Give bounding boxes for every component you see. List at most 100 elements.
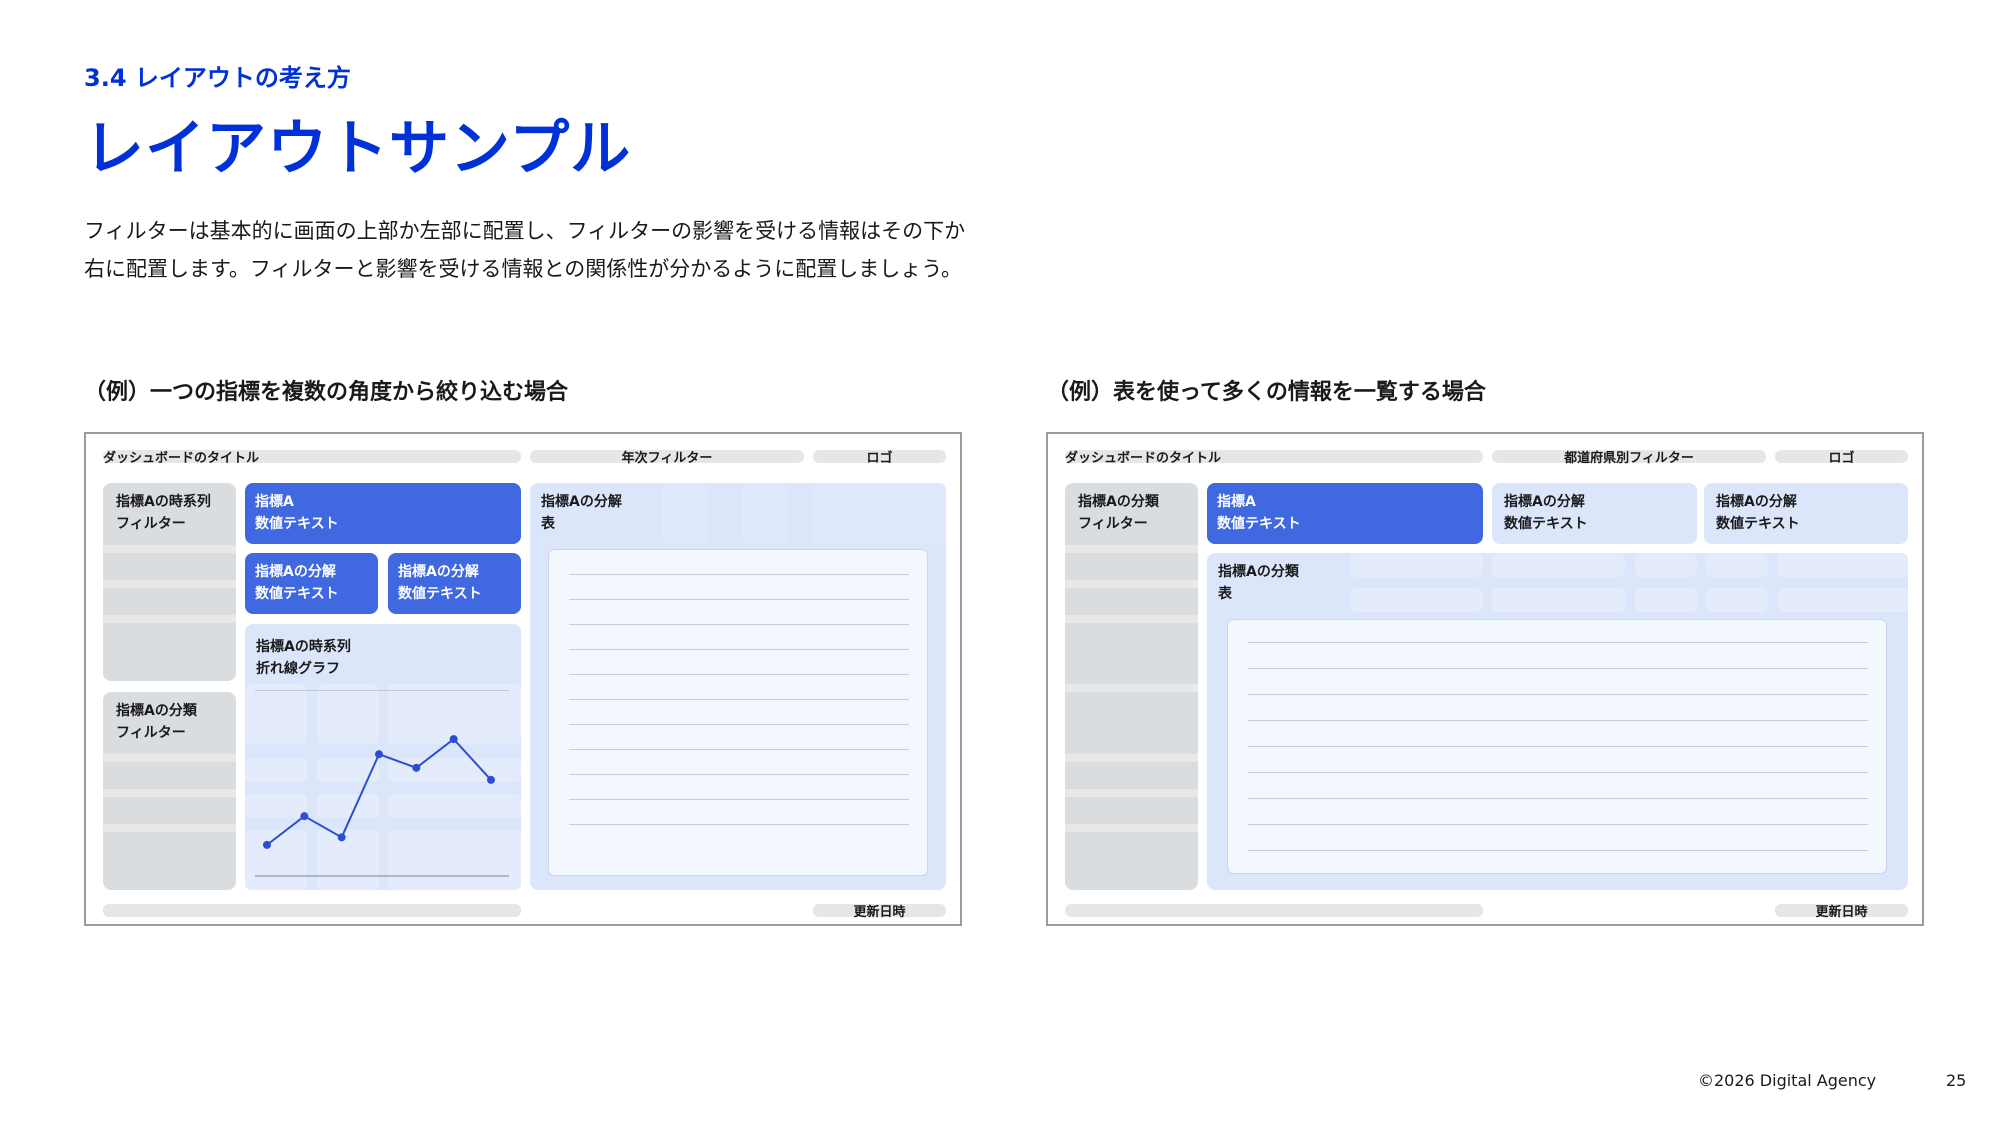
kpi-value: 数値テキスト [398,586,482,602]
table-row-line [569,749,909,750]
kpi-value: 数値テキスト [1504,516,1588,532]
table-row-line [569,824,909,825]
filter-label-line: フィルター [116,725,186,741]
section-label: 3.4 レイアウトの考え方 [84,64,351,92]
table-label-line: 表 [1218,586,1232,602]
data-table [548,549,928,876]
divider [1065,615,1198,623]
table-row-line [1248,772,1868,773]
kpi-label: 指標Aの分解 [255,564,336,580]
kpi-value: 数値テキスト [1217,516,1301,532]
grid-cell [1350,588,1483,612]
data-point [337,833,346,842]
divider [103,789,236,797]
filter-label-line: 指標Aの分類 [116,703,197,719]
filter-label-category: 指標Aの分類 フィルター [1065,483,1198,535]
updated-at-text: 更新日時 [1815,905,1868,920]
footer-track [1065,904,1483,917]
table-row-line [1248,798,1868,799]
dashboard-title-text: ダッシュボードのタイトル [103,450,260,466]
divider [103,824,236,832]
kpi-label: 指標Aの分解 [398,564,479,580]
data-point [412,763,421,772]
divider [103,545,236,553]
dashboard-title: ダッシュボードのタイトル [103,446,259,466]
kpi-label: 指標A [255,494,294,510]
filter-label-category: 指標Aの分類 フィルター [103,692,236,744]
grid-cell [1777,553,1908,577]
kpi-label: 指標Aの分解 [1504,494,1585,510]
breakdown-table-panel: 指標Aの分解表 [530,483,946,890]
divider [1065,824,1198,832]
category-table-panel: 指標Aの分類表 [1207,553,1908,890]
grid-cell [1492,588,1625,612]
dashboard-title: ダッシュボードのタイトル [1065,446,1221,466]
grid-cell [742,483,787,543]
grid-cell [1777,588,1908,612]
table-row-line [569,624,909,625]
kpi-breakdown-2: 指標Aの分解 数値テキスト [1704,483,1908,544]
updated-at-text: 更新日時 [853,905,906,920]
updated-at: 更新日時 [813,904,946,920]
footer-track [103,904,521,917]
grid-cell [1635,553,1697,577]
grid-cell [1706,553,1768,577]
kpi-breakdown-1: 指標Aの分解 数値テキスト [1492,483,1697,544]
grid-cell [1635,588,1697,612]
table-row-line [569,674,909,675]
example-heading-left: （例）一つの指標を複数の角度から絞り込む場合 [84,380,569,405]
table-row-line [569,799,909,800]
divider [1065,684,1198,692]
layout-example-left: ダッシュボードのタイトル 年次フィルター ロゴ 指標Aの時系列 フィルター 指標A… [84,432,962,926]
filter-label-line: 指標Aの分類 [1078,494,1159,510]
data-point [487,775,495,784]
description: フィルターは基本的に画面の上部か左部に配置し、フィルターの影響を受ける情報はその… [84,219,966,281]
table-row-line [1248,694,1868,695]
grid-cell [1350,553,1483,577]
data-point [449,735,458,744]
divider [1065,754,1198,762]
page-number: 25 [1946,1071,1967,1090]
year-filter-text: 年次フィルター [621,451,713,466]
data-point [263,840,271,849]
divider [103,754,236,762]
table-row-line [569,574,909,575]
kpi-label: 指標Aの分解 [1716,494,1797,510]
table-row-line [569,774,909,775]
data-table [1227,619,1887,874]
data-point [300,812,309,821]
table-label: 指標Aの分類表 [1218,561,1299,605]
table-row-line [569,649,909,650]
filter-label-timeseries: 指標Aの時系列 フィルター [103,483,236,535]
data-point [375,750,383,759]
kpi-breakdown-1: 指標Aの分解 数値テキスト [245,553,378,614]
divider [103,615,236,623]
filter-label-line: フィルター [116,516,186,532]
grid-cell [1706,588,1768,612]
table-row-line [1248,720,1868,721]
grid-cell [813,483,946,543]
divider [1065,545,1198,553]
layout-example-right: ダッシュボードのタイトル 都道府県別フィルター ロゴ 指標Aの分類 フィルター 指… [1046,432,1924,926]
kpi-breakdown-2: 指標Aの分解 数値テキスト [388,553,521,614]
example-heading-right: （例）表を使って多くの情報を一覧する場合 [1047,380,1486,405]
table-row-line [1248,642,1868,643]
table-row-line [569,724,909,725]
logo-text: ロゴ [1828,451,1855,466]
table-row-line [1248,850,1868,851]
year-filter: 年次フィルター [530,450,804,466]
logo-slot: ロゴ [1775,450,1908,466]
kpi-value: 数値テキスト [255,586,339,602]
kpi-main: 指標A 数値テキスト [1207,483,1483,544]
table-row-line [1248,746,1868,747]
table-label: 指標Aの分解表 [541,491,622,535]
kpi-value: 数値テキスト [1716,516,1800,532]
grid-cell [1492,553,1625,577]
grid-cell [662,483,707,543]
table-label-line: 表 [541,516,555,532]
table-row-line [1248,824,1868,825]
page-title: レイアウトサンプル [84,114,632,184]
table-label-line: 指標Aの分類 [1218,564,1299,580]
kpi-main: 指標A 数値テキスト [245,483,521,544]
logo-slot: ロゴ [813,450,946,466]
